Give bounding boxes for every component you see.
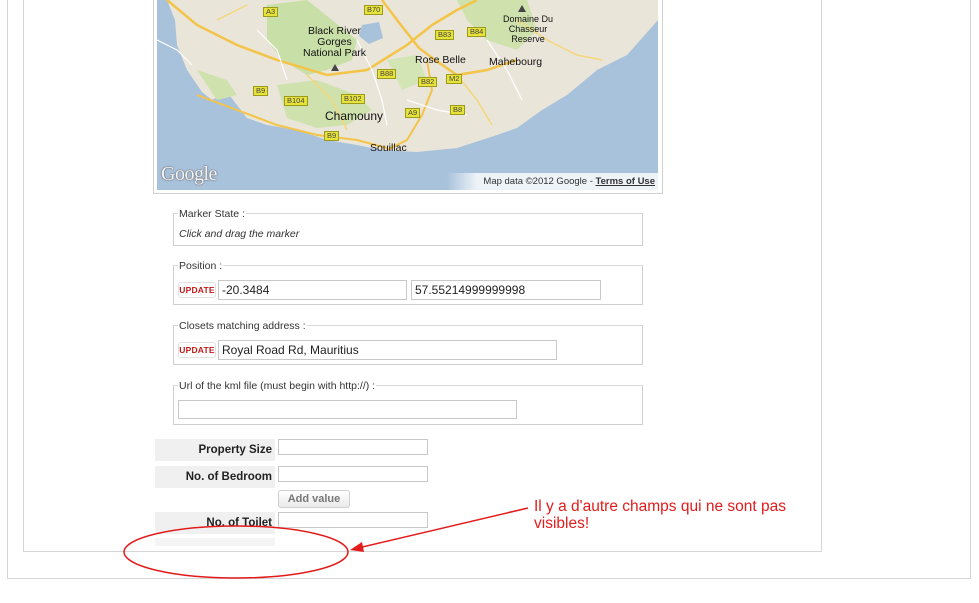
annotation-arrow-line: [357, 507, 529, 549]
annotation-arrowhead: [350, 542, 364, 552]
annotation-overlay: [123, 507, 529, 579]
annotation-ellipse: [123, 525, 349, 579]
annotation-text: Il y a d'autre champs qui ne sont pas vi…: [534, 498, 786, 532]
